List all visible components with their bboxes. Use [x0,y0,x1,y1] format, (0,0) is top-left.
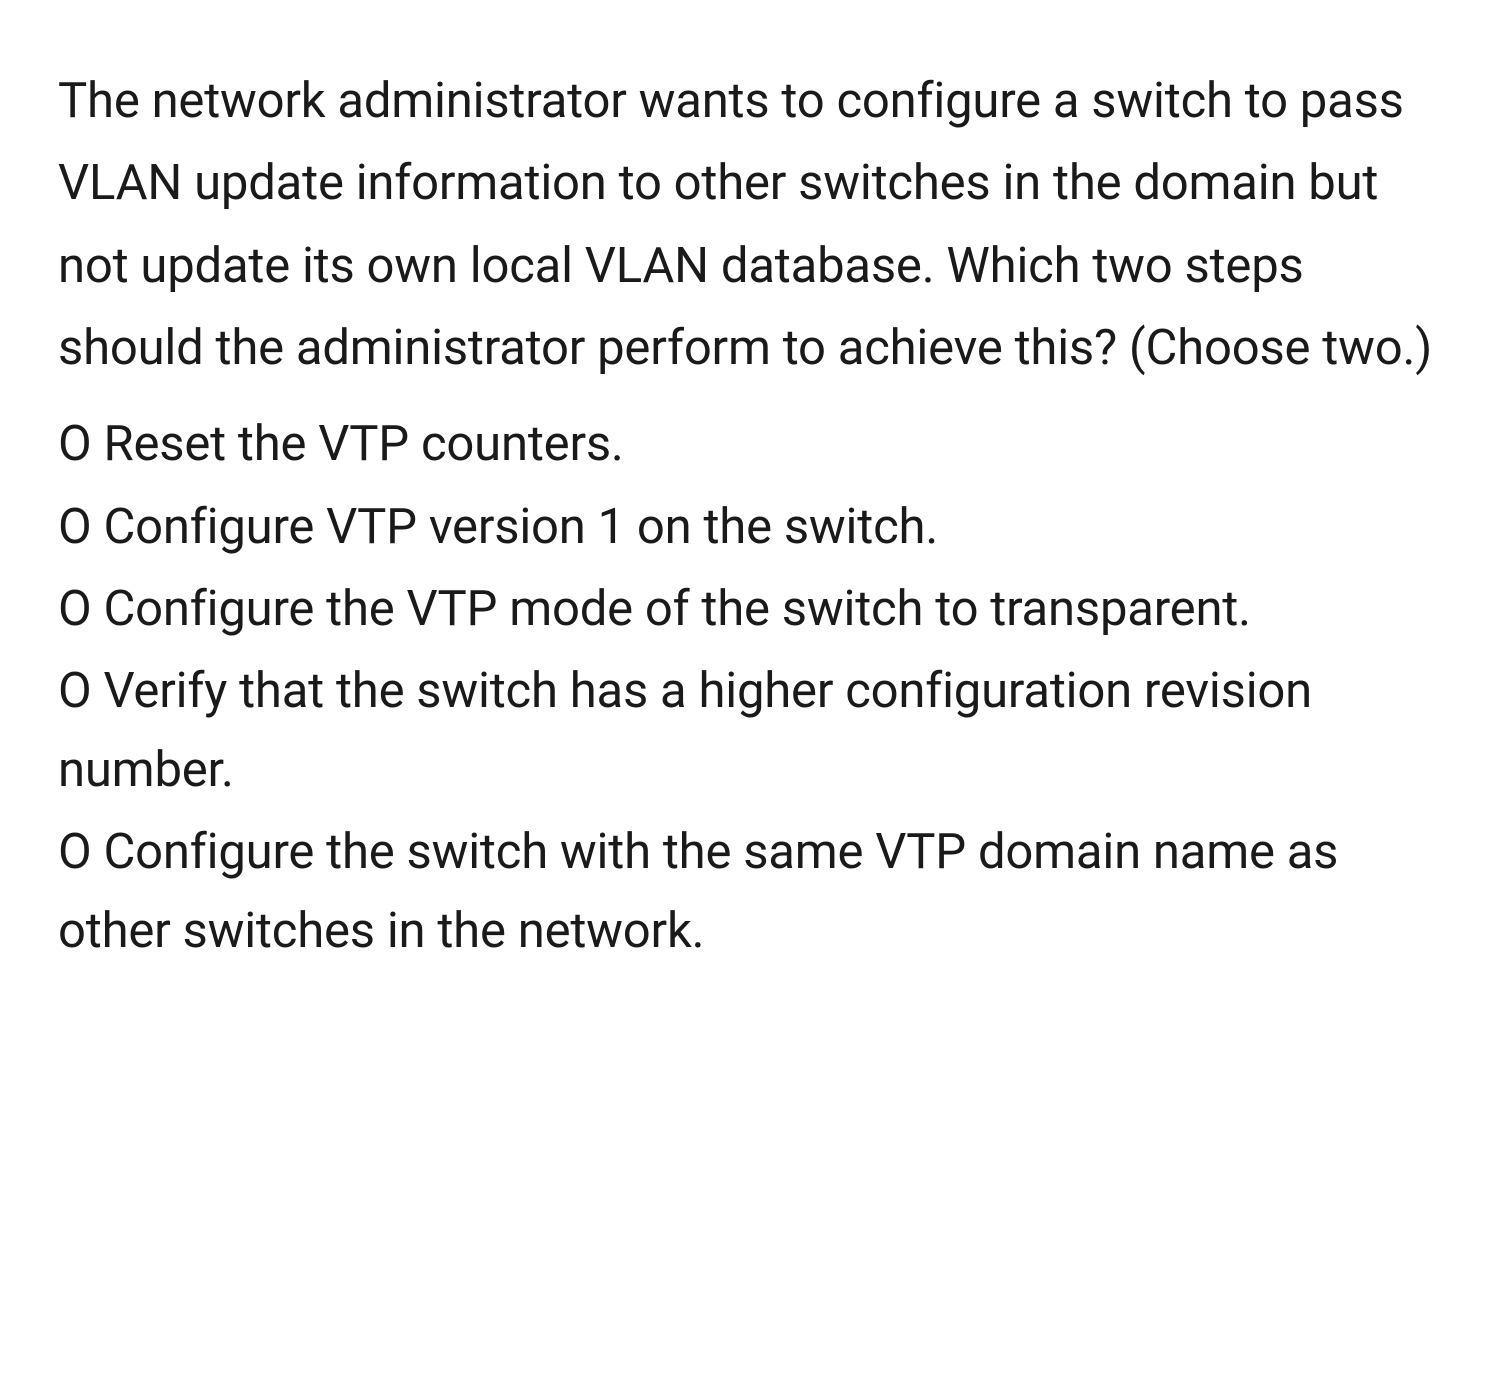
option-label: Verify that the switch has a higher conf… [58,662,1312,797]
radio-marker-icon: O [58,823,103,880]
option-item[interactable]: O Reset the VTP counters. [58,405,1442,483]
option-label: Reset the VTP counters. [103,415,623,472]
options-list: O Reset the VTP counters. O Configure VT… [58,405,1442,970]
option-item[interactable]: O Configure the VTP mode of the switch t… [58,570,1442,648]
question-text: The network administrator wants to confi… [58,60,1442,389]
radio-marker-icon: O [58,662,103,719]
option-item[interactable]: O Configure the switch with the same VTP… [58,813,1442,970]
radio-marker-icon: O [58,498,103,555]
option-item[interactable]: O Verify that the switch has a higher co… [58,652,1442,809]
option-label: Configure VTP version 1 on the switch. [103,498,938,555]
option-item[interactable]: O Configure VTP version 1 on the switch. [58,488,1442,566]
option-label: Configure the VTP mode of the switch to … [103,580,1250,637]
radio-marker-icon: O [58,580,103,637]
option-label: Configure the switch with the same VTP d… [58,823,1338,958]
radio-marker-icon: O [58,415,103,472]
